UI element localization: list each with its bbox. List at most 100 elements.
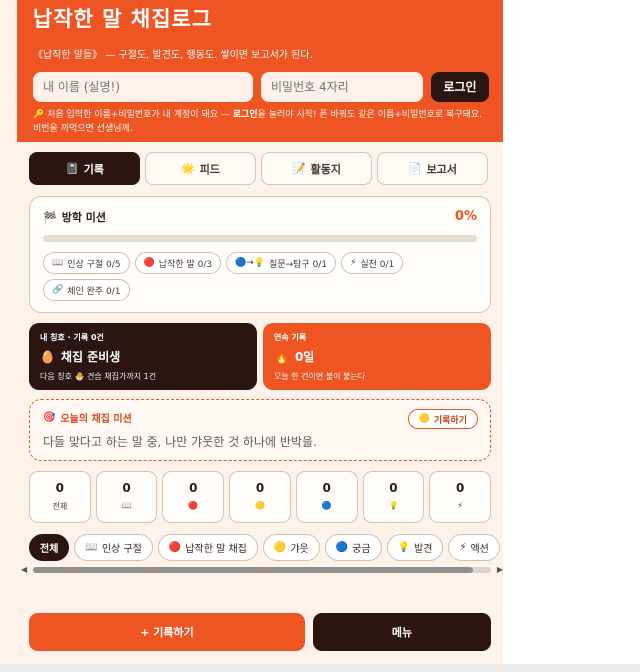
chip-label: 납작한 말 0/3 bbox=[158, 259, 213, 270]
notebook-icon: 📓 bbox=[65, 162, 79, 175]
blue-circle-icon: 🔵 bbox=[321, 501, 332, 510]
filter-label: 전체 bbox=[40, 544, 59, 555]
bulb-icon: 💡 bbox=[388, 501, 399, 510]
streak-note: 오늘 한 건이면 불이 붙는다 bbox=[274, 372, 366, 381]
streak-value: 🔥 0일 bbox=[274, 348, 480, 365]
hint-text-bold: 로그인 bbox=[232, 110, 258, 120]
add-record-button[interactable]: + 기록하기 bbox=[29, 613, 305, 651]
chip-label: 실천 0/1 bbox=[360, 259, 395, 270]
name-input[interactable] bbox=[33, 72, 253, 102]
yellow-circle-icon: 🟡 bbox=[273, 542, 287, 553]
rank-value: 🥚 채집 준비생 bbox=[40, 348, 246, 365]
count-row: 0 전체 0 📖 0 🔴 0 🟡 0 🔵 0 💡 0 ⚡ bbox=[29, 471, 492, 523]
filter-label: 갸웃 bbox=[290, 544, 309, 555]
scroll-right-icon[interactable]: ▶ bbox=[497, 565, 503, 574]
tab-label: 활동지 bbox=[310, 162, 342, 176]
filter-action[interactable]: ⚡ 액션 bbox=[448, 534, 500, 561]
count-number: 0 bbox=[55, 481, 65, 495]
rank-title: 채집 준비생 bbox=[60, 350, 121, 364]
page-gutter bbox=[503, 0, 640, 672]
rank-label: 내 칭호 · 기록 0건 bbox=[40, 333, 104, 342]
count-discovery[interactable]: 0 💡 bbox=[362, 471, 425, 523]
today-record-button[interactable]: 🟡 기록하기 bbox=[407, 409, 478, 429]
count-action[interactable]: 0 ⚡ bbox=[429, 471, 492, 523]
record-label: 기록하기 bbox=[433, 415, 467, 426]
filter-discovery[interactable]: 💡 발견 bbox=[386, 534, 444, 561]
count-number: 0 bbox=[389, 481, 398, 495]
filter-quote[interactable]: 📖 인상 구절 bbox=[74, 534, 153, 561]
rank-card: 내 칭호 · 기록 0건 🥚 채집 준비생 다음 칭호 🐣 견습 채집가까지 1… bbox=[29, 323, 257, 390]
count-number: 0 bbox=[455, 481, 465, 495]
streak-label: 연속 기록 bbox=[274, 333, 307, 342]
scrollbar-thumb[interactable] bbox=[33, 567, 473, 573]
document-icon: 📄 bbox=[407, 162, 422, 175]
count-curious[interactable]: 0 🔵 bbox=[295, 471, 358, 523]
count-flat-word[interactable]: 0 🔴 bbox=[162, 471, 225, 523]
mission-chip-question: 🔵→💡 질문→탐구 0/1 bbox=[226, 252, 337, 274]
tab-worksheet[interactable]: 📝 활동지 bbox=[261, 152, 372, 185]
fire-icon: 🔥 bbox=[274, 349, 289, 364]
login-form: 로그인 bbox=[33, 72, 489, 102]
menu-button[interactable]: 메뉴 bbox=[313, 613, 491, 651]
count-total[interactable]: 0 전체 bbox=[29, 471, 91, 523]
bottom-actions: + 기록하기 메뉴 bbox=[29, 613, 491, 651]
filter-all[interactable]: 전체 bbox=[29, 534, 70, 561]
book-icon: 📖 bbox=[85, 542, 98, 553]
filter-curious[interactable]: 🔵 궁금 bbox=[324, 534, 382, 561]
chip-label: 체인 완주 0/1 bbox=[67, 286, 121, 297]
red-circle-icon: 🔴 bbox=[168, 542, 182, 553]
book-icon: 📖 bbox=[121, 501, 132, 510]
mission-percent: 0% bbox=[454, 209, 477, 224]
mission-chip-chain: 🔗 체인 완주 0/1 bbox=[43, 279, 130, 301]
book-icon: 📖 bbox=[52, 258, 64, 268]
count-puzzled[interactable]: 0 🟡 bbox=[229, 471, 291, 523]
yellow-circle-icon: 🟡 bbox=[418, 414, 430, 424]
lightning-icon: ⚡ bbox=[459, 542, 467, 553]
lightning-icon: ⚡ bbox=[350, 258, 357, 268]
chip-label: 인상 구절 0/5 bbox=[67, 259, 121, 270]
count-number: 0 bbox=[189, 481, 198, 495]
egg-icon: 🥚 bbox=[40, 349, 55, 364]
today-mission-card: 🎯 오늘의 채집 미션 다들 맞다고 하는 말 중, 나만 갸웃한 것 하나에 … bbox=[29, 399, 491, 461]
mission-chip-flat-word: 🔴 납작한 말 0/3 bbox=[134, 252, 222, 274]
memo-icon: 📝 bbox=[291, 162, 306, 175]
target-icon: 🎯 bbox=[43, 412, 56, 423]
tab-report[interactable]: 📄 보고서 bbox=[377, 152, 488, 185]
filter-puzzled[interactable]: 🟡 갸웃 bbox=[262, 534, 320, 561]
password-input[interactable] bbox=[261, 72, 423, 102]
scroll-left-icon[interactable]: ◀ bbox=[21, 565, 27, 574]
header: 납작한 말 채집로그 《납작한 말들》 — 구절도, 발견도, 행동도. 쌓이면… bbox=[17, 0, 503, 142]
star-icon: 🌟 bbox=[181, 162, 195, 175]
tab-label: 기록 bbox=[83, 162, 104, 176]
count-label: 전체 bbox=[52, 502, 68, 511]
footer-strip bbox=[0, 664, 640, 672]
filter-chips: 전체 📖 인상 구절 🔴 납작한 말 채집 🟡 갸웃 🔵 궁금 💡 발견 ⚡ 액… bbox=[29, 534, 503, 561]
red-circle-icon: 🔴 bbox=[188, 501, 199, 510]
tab-record[interactable]: 📓 기록 bbox=[29, 152, 140, 185]
tab-bar: 📓 기록 🌟 피드 📝 활동지 📄 보고서 bbox=[17, 142, 503, 185]
count-number: 0 bbox=[322, 481, 331, 495]
stats-row: 내 칭호 · 기록 0건 🥚 채집 준비생 다음 칭호 🐣 견습 채집가까지 1… bbox=[29, 323, 491, 390]
horizontal-scrollbar[interactable]: ◀ ▶ bbox=[21, 565, 503, 575]
mission-progress-bar bbox=[43, 235, 477, 242]
blue-circle-icon: 🔵 bbox=[335, 542, 349, 553]
yellow-circle-icon: 🟡 bbox=[255, 501, 265, 510]
rank-next: 다음 칭호 🐣 견습 채집가까지 1건 bbox=[40, 372, 157, 381]
login-button[interactable]: 로그인 bbox=[431, 72, 489, 102]
filter-flat-word[interactable]: 🔴 납작한 말 채집 bbox=[157, 534, 258, 561]
question-to-bulb-icon: 🔵→💡 bbox=[235, 258, 266, 268]
count-quote[interactable]: 0 📖 bbox=[95, 471, 158, 523]
filter-label: 발견 bbox=[414, 544, 433, 555]
today-mission-question: 다들 맞다고 하는 말 중, 나만 갸웃한 것 하나에 반박을. bbox=[43, 435, 317, 449]
streak-days: 0일 bbox=[294, 350, 315, 364]
count-number: 0 bbox=[255, 481, 265, 495]
chip-label: 질문→탐구 0/1 bbox=[269, 259, 328, 270]
mission-title-label: 방학 미션 bbox=[61, 211, 107, 224]
tab-feed[interactable]: 🌟 피드 bbox=[145, 152, 256, 185]
checkered-flag-icon: 🏁 bbox=[43, 210, 57, 224]
page-title: 납작한 말 채집로그 bbox=[33, 7, 213, 31]
page-subtitle: 《납작한 말들》 — 구절도, 발견도, 행동도. 쌓이면 보고서가 된다. bbox=[33, 50, 313, 61]
mission-chip-quote: 📖 인상 구절 0/5 bbox=[43, 252, 130, 274]
streak-card: 연속 기록 🔥 0일 오늘 한 건이면 불이 붙는다 bbox=[263, 323, 491, 390]
mission-chip-action: ⚡ 실천 0/1 bbox=[341, 252, 404, 274]
